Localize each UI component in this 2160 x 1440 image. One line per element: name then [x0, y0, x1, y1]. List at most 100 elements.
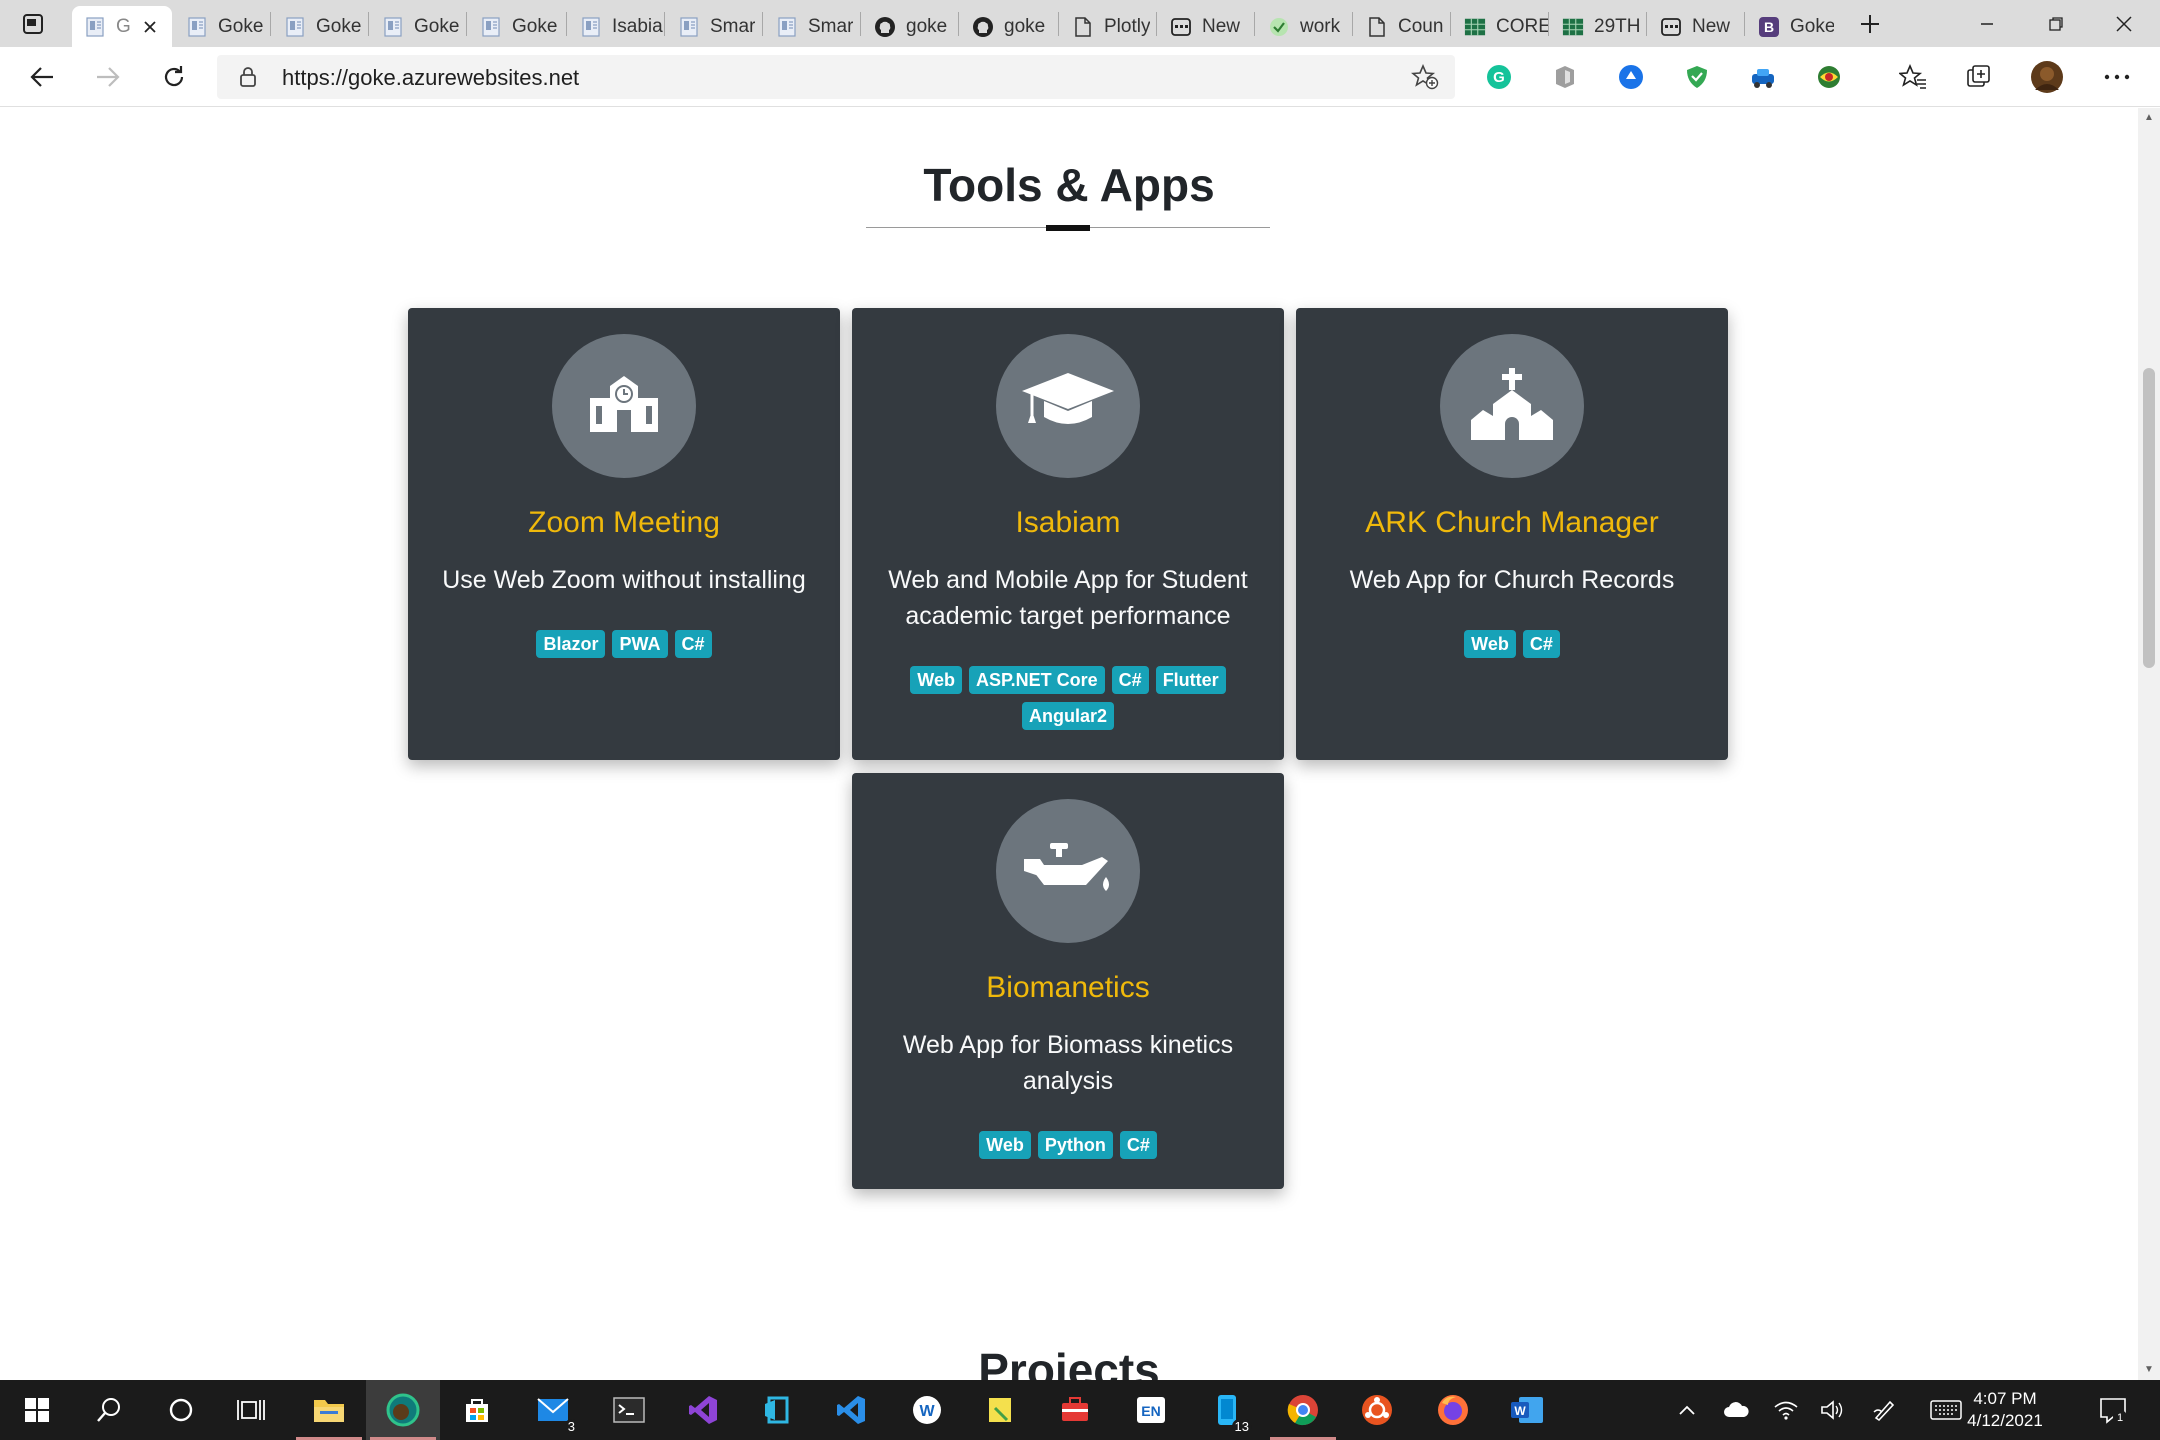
ubuntu-icon[interactable]: [1340, 1380, 1414, 1440]
wifi-icon[interactable]: [1768, 1380, 1804, 1440]
tab-label: work: [1300, 15, 1341, 37]
azure-data-studio-icon[interactable]: [740, 1380, 814, 1440]
page-icon: [186, 16, 208, 38]
profile-avatar[interactable]: [2030, 60, 2064, 94]
browser-tab[interactable]: New: [1648, 6, 1744, 47]
task-view-icon[interactable]: [214, 1380, 288, 1440]
app-card-ark-church-manager[interactable]: ARK Church Manager Web App for Church Re…: [1296, 308, 1728, 760]
browser-tab[interactable]: Plotly: [1060, 6, 1156, 47]
volume-icon[interactable]: [1814, 1380, 1850, 1440]
extension-blue-icon[interactable]: [1614, 60, 1648, 94]
tag-badge: Web: [910, 666, 962, 694]
browser-tab[interactable]: goke: [960, 6, 1056, 47]
browser-tab[interactable]: work: [1256, 6, 1352, 47]
phone-count-badge: 13: [1231, 1419, 1252, 1434]
scroll-down-icon[interactable]: ▼: [2143, 1364, 2155, 1376]
tab-separator: [762, 12, 763, 36]
more-options-icon[interactable]: [2100, 60, 2134, 94]
search-icon[interactable]: [72, 1380, 146, 1440]
scroll-up-icon[interactable]: ▲: [2143, 112, 2155, 124]
back-button[interactable]: [24, 59, 60, 95]
extension-car-icon[interactable]: [1746, 60, 1780, 94]
tab-label: New: [1202, 15, 1241, 37]
tab-separator: [860, 12, 861, 36]
extension-shield-icon[interactable]: [1548, 60, 1582, 94]
url-text[interactable]: https://goke.azurewebsites.net: [282, 65, 579, 91]
minimize-button[interactable]: [1955, 0, 2019, 47]
start-button[interactable]: [0, 1380, 74, 1440]
browser-tab[interactable]: Isabia: [568, 6, 664, 47]
favorites-icon[interactable]: [1896, 60, 1930, 94]
system-clock[interactable]: 4:07 PM 4/12/2021: [1955, 1388, 2055, 1432]
section-title: Tools & Apps: [923, 159, 1215, 211]
browser-tab[interactable]: Goke: [370, 6, 466, 47]
tag-badge: Web: [979, 1131, 1031, 1159]
tag-badge: ASP.NET Core: [968, 666, 1105, 694]
scrollbar-thumb[interactable]: [2143, 368, 2155, 668]
visual-studio-icon[interactable]: [666, 1380, 740, 1440]
browser-tab[interactable]: 29TH: [1550, 6, 1646, 47]
app-card-isabiam[interactable]: Isabiam Web and Mobile App for Student a…: [852, 308, 1284, 760]
tab-label: Goke: [316, 15, 362, 37]
onedrive-icon[interactable]: [1718, 1380, 1754, 1440]
briefcase-app-icon[interactable]: [1038, 1380, 1112, 1440]
grammarly-icon[interactable]: G: [1482, 60, 1516, 94]
lock-icon[interactable]: [239, 66, 257, 93]
tag-badge: C#: [1522, 630, 1560, 658]
pen-workspace-icon[interactable]: [1866, 1380, 1902, 1440]
language-bar-icon[interactable]: EN: [1114, 1380, 1188, 1440]
browser-tab[interactable]: CORE: [1452, 6, 1548, 47]
browser-tab[interactable]: Goke: [272, 6, 368, 47]
browser-tab[interactable]: goke: [862, 6, 958, 47]
card-title[interactable]: Isabiam: [852, 506, 1284, 540]
close-window-button[interactable]: [2092, 0, 2156, 47]
browser-tab[interactable]: Smar: [764, 6, 860, 47]
word-icon[interactable]: W: [1490, 1380, 1564, 1440]
refresh-button[interactable]: [156, 59, 192, 95]
restore-button[interactable]: [2024, 0, 2088, 47]
extension-globe-icon[interactable]: [1812, 60, 1846, 94]
card-title[interactable]: Biomanetics: [852, 971, 1284, 1005]
add-favorite-icon[interactable]: [1410, 63, 1439, 95]
tab-label: Plotly: [1104, 15, 1151, 37]
mail-icon[interactable]: 3: [516, 1380, 590, 1440]
close-tab-icon[interactable]: [143, 20, 157, 34]
forward-button[interactable]: [90, 59, 126, 95]
address-bar[interactable]: https://goke.azurewebsites.net: [217, 55, 1455, 99]
app-w-circle-icon[interactable]: W: [890, 1380, 964, 1440]
tab-separator: [664, 12, 665, 36]
card-title[interactable]: ARK Church Manager: [1296, 506, 1728, 540]
collections-icon[interactable]: [1962, 60, 1996, 94]
tab-actions-icon[interactable]: [22, 13, 50, 35]
tag-badge: Python: [1037, 1131, 1113, 1159]
cortana-icon[interactable]: [144, 1380, 218, 1440]
file-explorer-icon[interactable]: [292, 1380, 366, 1440]
adblock-shield-icon[interactable]: [1680, 60, 1714, 94]
svg-text:W: W: [1514, 1404, 1526, 1418]
browser-tab[interactable]: Smar: [666, 6, 762, 47]
page-scrollbar[interactable]: ▲ ▼: [2138, 108, 2160, 1380]
tag-badge: Flutter: [1155, 666, 1226, 694]
browser-tab[interactable]: New: [1158, 6, 1254, 47]
phone-link-icon[interactable]: 13: [1190, 1380, 1264, 1440]
browser-tab[interactable]: Goke: [174, 6, 270, 47]
app-card-biomanetics[interactable]: Biomanetics Web App for Biomass kinetics…: [852, 773, 1284, 1189]
browser-tab[interactable]: Goke: [468, 6, 564, 47]
firefox-icon[interactable]: [1416, 1380, 1490, 1440]
chrome-icon[interactable]: [1266, 1380, 1340, 1440]
card-title[interactable]: Zoom Meeting: [408, 506, 840, 540]
browser-tab[interactable]: Coun: [1354, 6, 1450, 47]
page-icon: [382, 16, 404, 38]
vscode-icon[interactable]: [814, 1380, 888, 1440]
action-center-icon[interactable]: 1: [2088, 1380, 2138, 1440]
edge-browser-taskbar-icon[interactable]: [366, 1380, 440, 1440]
store-icon[interactable]: [440, 1380, 514, 1440]
terminal-icon[interactable]: [592, 1380, 666, 1440]
browser-tab[interactable]: G: [72, 6, 172, 47]
new-tab-button[interactable]: [1838, 0, 1902, 47]
sticky-notes-icon[interactable]: [964, 1380, 1038, 1440]
browser-tab[interactable]: B Goke: [1746, 6, 1834, 47]
app-card-zoom-meeting[interactable]: Zoom Meeting Use Web Zoom without instal…: [408, 308, 840, 760]
show-hidden-icons-chevron-icon[interactable]: [1672, 1380, 1702, 1440]
tab-label: 29TH: [1594, 15, 1641, 37]
